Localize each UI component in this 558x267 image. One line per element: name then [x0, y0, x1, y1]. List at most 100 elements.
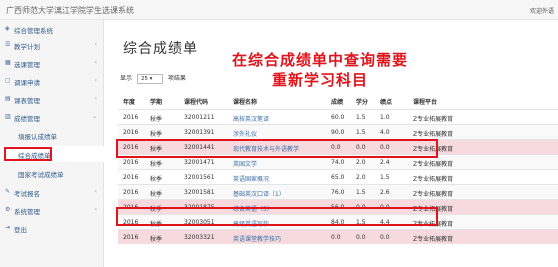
- cell-credit: 1.5: [356, 114, 366, 121]
- cell-term: 秋季: [150, 236, 163, 243]
- highlight-box-sidebar: [4, 147, 52, 161]
- cell-course-name[interactable]: 英语课堂教学技巧: [233, 234, 281, 243]
- cell-gpa: 2.4: [380, 159, 390, 166]
- table-row: 2016 秋季 32001211 高技英汉笔译 60.0 1.5 1.0 Z专业拓展教育: [118, 109, 558, 124]
- cell-course-name[interactable]: 英语国家概况: [233, 174, 269, 183]
- sidebar-item-teaching-plan[interactable]: ☰ 教学计划 ‹: [0, 37, 104, 53]
- logout-icon: ⇥: [5, 224, 11, 231]
- cell-credit: 1.5: [356, 189, 366, 196]
- sidebar-item-label: 综合管理系统: [14, 27, 53, 35]
- sidebar-item-exam-registration[interactable]: ✎ 考试报名 ‹: [0, 184, 104, 200]
- cell-platform: Z专业拓展教育: [413, 236, 454, 243]
- sidebar-item-course-selection[interactable]: ▦ 选课管理 ‹: [0, 55, 104, 71]
- annotation-line: 重新学习科目: [271, 71, 368, 89]
- sidebar: ◈ 综合管理系统 ☰ 教学计划 ‹ ▦ 选课管理 ‹ ▢ 调课申请 ‹ ▤ 课表…: [0, 20, 104, 267]
- cell-gpa: 2.6: [380, 189, 390, 196]
- chart-icon: ▥: [5, 113, 11, 120]
- sidebar-item-label: 调课申请: [14, 79, 40, 87]
- chevron-down-icon: ⌄: [91, 113, 97, 120]
- cell-score: 90.0: [331, 129, 345, 136]
- sidebar-item-system-settings[interactable]: ⚙ 系统管理 ‹: [0, 202, 104, 218]
- cell-year: 2016: [123, 114, 139, 121]
- cell-term: 秋季: [150, 176, 163, 183]
- cell-platform: Z专业拓展教育: [413, 116, 454, 123]
- top-bar: 广西师范大学漓江学院学生选课系统 欢迎外语: [0, 0, 558, 20]
- chevron-left-icon: ‹: [94, 95, 97, 102]
- length-suffix: 项结果: [167, 75, 186, 82]
- sidebar-item-logout[interactable]: ⇥ 登出: [0, 220, 104, 236]
- length-prefix: 显示: [120, 75, 133, 82]
- cell-platform: Z专业拓展教育: [413, 191, 454, 198]
- cell-term: 秋季: [150, 191, 163, 198]
- cell-credit: 0.0: [356, 234, 366, 241]
- sidebar-item-label: 国家考试成绩单: [18, 171, 64, 179]
- cell-year: 2016: [123, 129, 139, 136]
- table-icon: ▦: [5, 59, 11, 66]
- page-title: 综合成绩单: [123, 41, 198, 57]
- cell-gpa: 1.0: [380, 114, 390, 121]
- cell-course-name[interactable]: 基础英汉口译（1）: [233, 189, 285, 198]
- sidebar-item-label: 系统管理: [14, 208, 40, 216]
- cell-course-name[interactable]: 英国文学: [233, 159, 257, 168]
- cell-year: 2016: [123, 234, 139, 241]
- cell-gpa: 1.5: [380, 174, 390, 181]
- cell-course-code: 32001391: [184, 129, 215, 136]
- cell-course-code: 32001471: [184, 159, 215, 166]
- sidebar-item-label: 课表管理: [14, 97, 40, 105]
- page-length-select[interactable]: 25 ▾: [136, 73, 163, 84]
- sidebar-item-timetable[interactable]: ▤ 课表管理 ‹: [0, 91, 104, 107]
- column-header[interactable]: 绩点: [380, 97, 392, 106]
- page-length-value: 25: [140, 75, 148, 82]
- cell-term: 秋季: [150, 116, 163, 123]
- sidebar-subitem-fill-grades[interactable]: 填报认成绩单: [0, 127, 104, 143]
- column-header[interactable]: 成绩: [331, 97, 343, 106]
- cell-term: 秋季: [150, 161, 163, 168]
- cell-platform: Z专业拓展教育: [413, 161, 454, 168]
- cell-credit: 2.0: [356, 174, 366, 181]
- annotation-text: 在综合成绩单中查询需要 重新学习科目: [204, 50, 436, 90]
- list-icon: ☰: [5, 41, 11, 48]
- table-header-row: 年度 学期 课程代码 课程名称 成绩 学分 绩点 课程平台: [118, 92, 558, 109]
- cell-year: 2016: [123, 174, 139, 181]
- annotation-line: 在综合成绩单中查询需要: [231, 51, 408, 69]
- user-menu[interactable]: 欢迎外语: [530, 6, 554, 15]
- cell-course-name[interactable]: 涉外礼仪: [233, 129, 257, 138]
- cell-gpa: 4.0: [380, 129, 390, 136]
- chevron-left-icon: ‹: [94, 59, 97, 66]
- sidebar-item-label: 选课管理: [14, 61, 40, 69]
- cell-year: 2016: [123, 159, 139, 166]
- file-icon: ▢: [5, 77, 11, 84]
- chevron-left-icon: ‹: [94, 188, 97, 195]
- cell-gpa: 0.0: [380, 234, 390, 241]
- column-header[interactable]: 学期: [150, 97, 162, 106]
- gear-icon: ⚙: [5, 206, 11, 213]
- sidebar-item-label: 成绩管理: [14, 115, 40, 123]
- sidebar-item-dashboard[interactable]: ◈ 综合管理系统: [0, 21, 104, 37]
- column-header[interactable]: 课程名称: [233, 97, 257, 106]
- column-header[interactable]: 课程平台: [413, 97, 437, 106]
- cell-score: 74.0: [331, 159, 345, 166]
- cell-credit: 1.5: [356, 129, 366, 136]
- sidebar-subitem-national-exam[interactable]: 国家考试成绩单: [0, 165, 104, 181]
- sidebar-item-label: 登出: [14, 226, 27, 234]
- sidebar-item-course-change[interactable]: ▢ 调课申请 ‹: [0, 73, 104, 89]
- cell-score: 60.0: [331, 114, 345, 121]
- cell-platform: Z专业拓展教育: [413, 176, 454, 183]
- chevron-left-icon: ‹: [94, 77, 97, 84]
- chevron-left-icon: ‹: [94, 206, 97, 213]
- table-row: 2016 秋季 32003321 英语课堂教学技巧 0.0 0.0 0.0 Z专业拓展教育: [118, 229, 558, 244]
- cell-term: 秋季: [150, 131, 163, 138]
- sidebar-item-label: 教学计划: [14, 43, 40, 51]
- column-header[interactable]: 年度: [123, 97, 135, 106]
- cell-course-code: 32001581: [184, 189, 215, 196]
- cell-course-name[interactable]: 高技英汉笔译: [233, 114, 269, 123]
- column-header[interactable]: 课程代码: [184, 97, 208, 106]
- app-title: 广西师范大学漓江学院学生选课系统: [6, 6, 134, 15]
- table-row: 2016 秋季 32001581 基础英汉口译（1） 76.0 1.5 2.6 Z专业拓展教育: [118, 184, 558, 199]
- edit-icon: ✎: [5, 188, 11, 195]
- sidebar-item-grades[interactable]: ▥ 成绩管理 ⌄: [0, 109, 104, 125]
- chevron-left-icon: ‹: [94, 41, 97, 48]
- cell-credit: 2.0: [356, 159, 366, 166]
- column-header[interactable]: 学分: [356, 97, 368, 106]
- highlight-box-row-failed: [116, 139, 438, 158]
